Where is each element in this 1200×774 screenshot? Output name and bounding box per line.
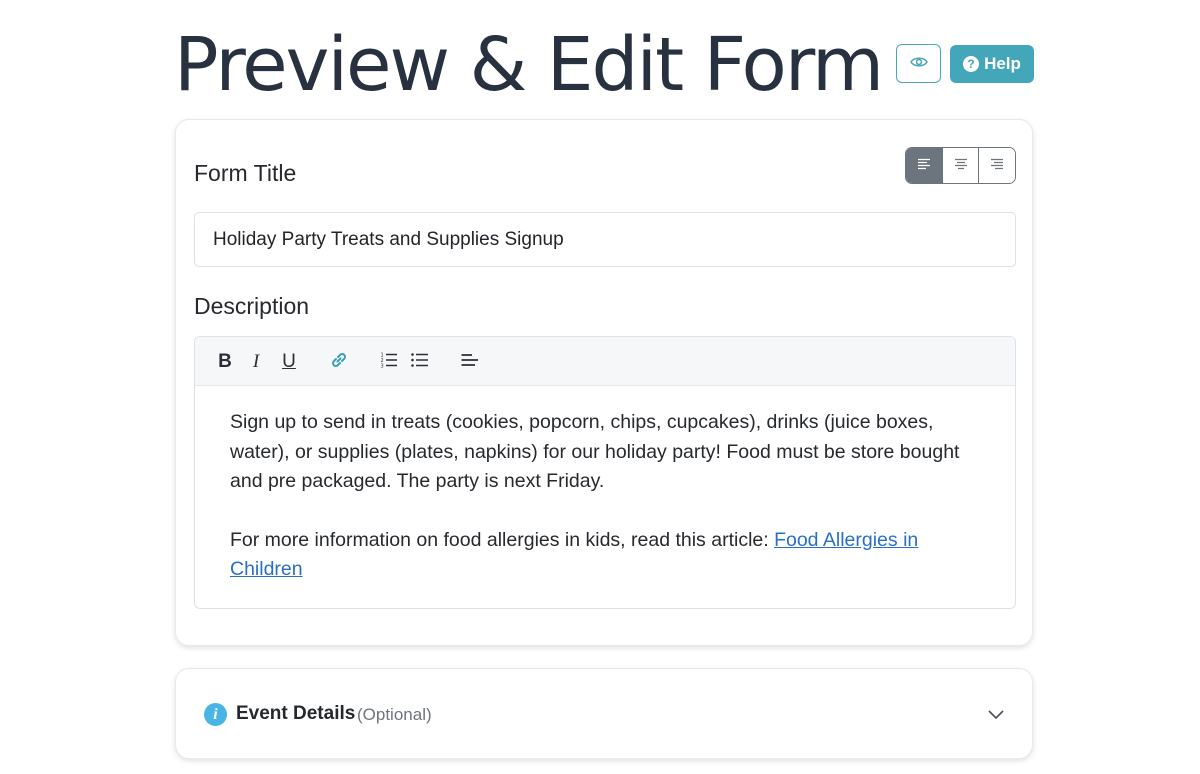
link-icon (330, 351, 348, 374)
align-center-icon (954, 157, 968, 175)
description-paragraph: Sign up to send in treats (cookies, popc… (230, 411, 960, 492)
help-label: Help (984, 54, 1021, 73)
description-paragraph-link-line: For more information on food allergies i… (230, 526, 980, 585)
optional-label: (Optional) (357, 705, 432, 724)
align-center-button[interactable] (942, 148, 980, 183)
underline-button[interactable]: U (281, 350, 297, 374)
description-label: Description (194, 293, 310, 319)
unordered-list-icon (411, 352, 429, 373)
ordered-list-icon: 123 (380, 352, 398, 373)
ordered-list-button[interactable]: 123 (379, 350, 399, 374)
align-left-button[interactable] (906, 148, 943, 183)
info-icon: i (204, 703, 227, 726)
form-settings-card: Form Title Holiday Party Treats and Supp… (175, 119, 1033, 646)
description-editor: B I U 1 2 3 Sign up to send in treats (c… (194, 336, 1016, 609)
question-circle-icon: ? (963, 56, 980, 72)
help-button[interactable]: ? Help (950, 45, 1034, 83)
align-left-icon (917, 157, 931, 175)
bold-button[interactable]: B (217, 350, 233, 374)
link-button[interactable] (329, 350, 349, 374)
align-right-icon (990, 157, 1004, 175)
unordered-list-button[interactable] (410, 350, 430, 374)
align-right-button[interactable] (979, 148, 1015, 183)
description-link-intro: For more information on food allergies i… (230, 528, 775, 551)
chevron-down-icon[interactable] (987, 705, 1005, 723)
form-title-label: Form Title (194, 160, 297, 186)
preview-button[interactable] (896, 44, 941, 83)
text-align-button[interactable] (460, 350, 480, 374)
event-details-title: Event Details (236, 703, 356, 724)
svg-text:3: 3 (381, 363, 384, 368)
text-align-icon (461, 353, 479, 372)
event-details-section[interactable]: i Event Details (Optional) (175, 668, 1033, 759)
alignment-toggle-group (905, 147, 1016, 184)
eye-icon (909, 56, 928, 71)
description-content[interactable]: Sign up to send in treats (cookies, popc… (195, 386, 1015, 585)
italic-button[interactable]: I (249, 350, 263, 374)
editor-toolbar: B I U 1 2 3 (195, 337, 1015, 386)
page-title: Preview & Edit Form (174, 22, 884, 108)
form-title-input[interactable]: Holiday Party Treats and Supplies Signup (194, 212, 1016, 267)
